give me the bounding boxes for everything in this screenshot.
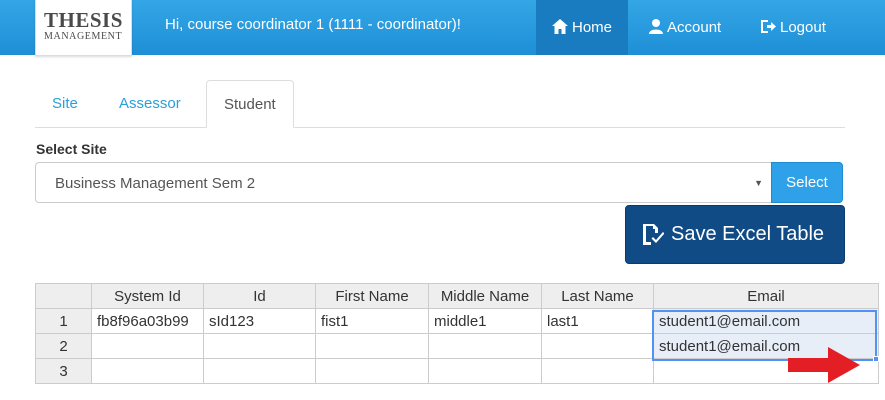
logo-line1: THESIS: [44, 8, 123, 32]
table-cell[interactable]: fist1: [315, 308, 429, 334]
top-navbar: THESIS MANAGEMENT Hi, course coordinator…: [0, 0, 885, 56]
table-cell[interactable]: [203, 358, 316, 384]
table-row: 1 fb8f96a03b99 sId123 fist1 middle1 last…: [35, 308, 879, 334]
site-dropdown-value: Business Management Sem 2: [55, 175, 256, 192]
tab-assessor[interactable]: Assessor: [102, 80, 198, 128]
table-cell[interactable]: [541, 358, 654, 384]
column-header[interactable]: First Name: [315, 283, 429, 309]
table-row: 3: [35, 358, 879, 384]
table-cell[interactable]: [315, 358, 429, 384]
nav-home[interactable]: Home: [536, 0, 629, 55]
table-cell[interactable]: [203, 333, 316, 359]
app-logo[interactable]: THESIS MANAGEMENT: [35, 0, 132, 56]
table-cell[interactable]: [315, 333, 429, 359]
table-cell[interactable]: [91, 358, 204, 384]
table-cell[interactable]: last1: [541, 308, 654, 334]
logo-line2: MANAGEMENT: [44, 31, 123, 42]
table-cell[interactable]: middle1: [428, 308, 542, 334]
row-header[interactable]: 1: [35, 308, 92, 334]
nav-logout-label: Logout: [780, 19, 826, 36]
column-header[interactable]: Last Name: [541, 283, 654, 309]
nav-account-label: Account: [667, 19, 722, 36]
column-header[interactable]: Middle Name: [428, 283, 542, 309]
logout-icon: [761, 20, 776, 33]
table-cell[interactable]: [428, 358, 542, 384]
table-row: 2 student1@email.com: [35, 333, 879, 359]
column-header[interactable]: System Id: [91, 283, 204, 309]
user-icon: [649, 19, 663, 34]
row-header[interactable]: 3: [35, 358, 92, 384]
select-button[interactable]: Select: [771, 162, 843, 203]
user-greeting: Hi, course coordinator 1 (1111 - coordin…: [165, 16, 461, 33]
select-site-label: Select Site: [36, 141, 107, 157]
table-cell[interactable]: sId123: [203, 308, 316, 334]
table-cell[interactable]: [91, 333, 204, 359]
fill-handle[interactable]: [873, 356, 879, 362]
tab-bar: Site Assessor Student: [35, 80, 845, 128]
save-excel-table-button[interactable]: Save Excel Table: [625, 205, 845, 264]
site-dropdown[interactable]: Business Management Sem 2 ▼: [35, 162, 771, 203]
save-file-icon: [643, 224, 664, 245]
email-cell-selected[interactable]: student1@email.com: [653, 308, 879, 334]
home-icon: [552, 19, 568, 34]
table-cell[interactable]: [541, 333, 654, 359]
header-row: System Id Id First Name Middle Name Last…: [35, 283, 879, 309]
nav-home-label: Home: [572, 19, 613, 36]
chevron-down-icon: ▼: [754, 178, 763, 188]
column-header[interactable]: Id: [203, 283, 316, 309]
row-header[interactable]: 2: [35, 333, 92, 359]
tab-site[interactable]: Site: [35, 80, 95, 128]
tab-student[interactable]: Student: [206, 80, 294, 128]
nav-account[interactable]: Account: [633, 0, 737, 55]
table-cell[interactable]: fb8f96a03b99: [91, 308, 204, 334]
save-excel-table-label: Save Excel Table: [671, 223, 825, 245]
column-header[interactable]: Email: [653, 283, 879, 309]
table-cell[interactable]: [428, 333, 542, 359]
nav-logout[interactable]: Logout: [744, 0, 842, 55]
corner-cell[interactable]: [35, 283, 92, 309]
student-spreadsheet: System Id Id First Name Middle Name Last…: [35, 283, 879, 384]
red-arrow-icon: [788, 347, 860, 383]
